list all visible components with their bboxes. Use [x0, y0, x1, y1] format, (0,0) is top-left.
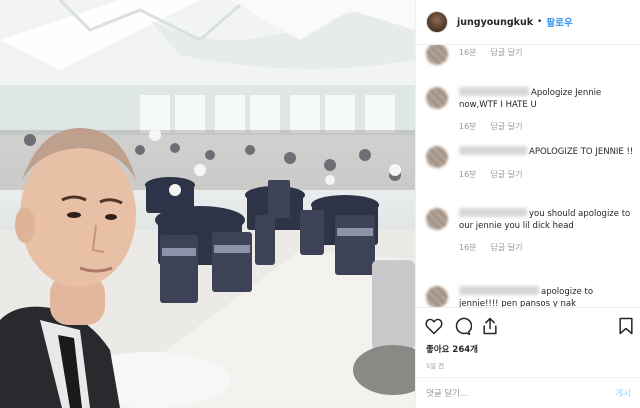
- commenter-avatar[interactable]: [426, 87, 448, 109]
- add-comment-bar: 댓글 달기... 게시: [416, 377, 640, 408]
- comment-text-line: APOLOGIZE TO JENNIE !!: [459, 146, 635, 159]
- commenter-avatar[interactable]: [426, 45, 448, 65]
- comment-time: 16분: [459, 122, 477, 131]
- follow-button[interactable]: 팔로우: [546, 15, 572, 29]
- bookmark-icon[interactable]: [616, 316, 638, 338]
- reply-button[interactable]: 답글 달기: [491, 47, 523, 59]
- commenter-username[interactable]: [459, 87, 529, 96]
- commenter-avatar[interactable]: [426, 146, 448, 168]
- comment-meta: 16분 답글 달기: [459, 47, 635, 59]
- post-comment-button[interactable]: 게시: [615, 387, 631, 399]
- reply-button[interactable]: 답글 달기: [491, 169, 523, 181]
- comment-text-line: Apologize Jennie now,WTF I HATE U: [459, 87, 635, 111]
- photo-scene: [0, 0, 415, 408]
- comment-meta: 16분 답글 달기: [459, 121, 635, 133]
- comment-time: 16분: [459, 243, 477, 252]
- commenter-username[interactable]: [459, 208, 527, 217]
- likes-count[interactable]: 좋아요 264개: [426, 343, 478, 355]
- comment-text-line: you should apologize to our jennie you l…: [459, 208, 635, 232]
- comment-text-line: apologize to jennie!!!! pen pansos y nak: [459, 286, 635, 307]
- commenter-avatar[interactable]: [426, 286, 448, 307]
- share-icon[interactable]: [480, 316, 502, 338]
- heart-icon[interactable]: [424, 316, 446, 338]
- post-timestamp[interactable]: 5일 전: [426, 360, 444, 370]
- header-separator: •: [537, 17, 543, 27]
- author-username[interactable]: jungyoungkuk: [457, 17, 533, 28]
- commenter-username[interactable]: [459, 286, 539, 295]
- comment-text: APOLOGIZE TO JENNIE !!: [529, 147, 634, 157]
- comment-meta: 16분 답글 달기: [459, 169, 635, 181]
- reply-button[interactable]: 답글 달기: [491, 242, 523, 254]
- comment-time: 16분: [459, 169, 477, 179]
- comment-time: 16분: [459, 48, 477, 57]
- author-avatar[interactable]: [426, 11, 448, 33]
- post-side-panel: jungyoungkuk • 팔로우 16분 답글 달기 Apologize J…: [415, 0, 640, 408]
- commenter-username[interactable]: [459, 146, 527, 155]
- post-photo: [0, 0, 415, 408]
- comment-input[interactable]: 댓글 달기...: [426, 387, 468, 399]
- comment-icon[interactable]: [452, 316, 474, 338]
- reply-button[interactable]: 답글 달기: [491, 121, 523, 133]
- post-header: jungyoungkuk • 팔로우: [416, 0, 640, 45]
- post-actions: 좋아요 264개 5일 전: [416, 307, 640, 377]
- comment-meta: 16분 답글 달기: [459, 242, 635, 254]
- commenter-avatar[interactable]: [426, 208, 448, 230]
- action-icons: [424, 316, 636, 338]
- comment-list[interactable]: 16분 답글 달기 Apologize Jennie now,WTF I HAT…: [416, 45, 640, 307]
